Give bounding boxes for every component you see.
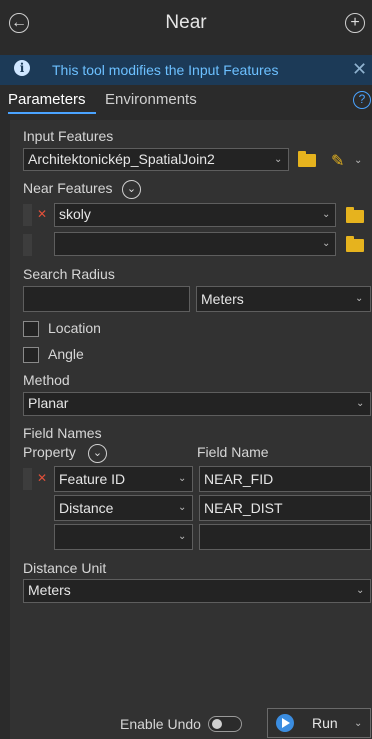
method-label: Method (23, 372, 70, 388)
angle-label: Angle (48, 346, 84, 362)
chevron-down-icon: ⌄ (322, 238, 331, 249)
folder-icon[interactable] (346, 207, 364, 223)
expand-icon[interactable]: ⌄ (122, 180, 141, 199)
expand-icon[interactable]: ⌄ (88, 444, 107, 463)
method-dropdown[interactable]: Planar (23, 392, 371, 416)
toggle-knob (212, 718, 222, 729)
location-label: Location (48, 320, 101, 336)
field-name-input[interactable] (199, 524, 371, 550)
chevron-down-icon[interactable]: ⌄ (354, 718, 362, 729)
field-name-value: NEAR_DIST (204, 500, 283, 516)
chevron-down-icon: ⌄ (178, 531, 187, 542)
add-icon[interactable]: + (345, 13, 365, 33)
pencil-icon[interactable]: ✎ (331, 151, 344, 171)
distance-unit-dropdown[interactable]: Meters (23, 579, 371, 603)
info-icon: i (14, 60, 30, 76)
chevron-down-icon: ⌄ (356, 398, 365, 409)
near-feature-dropdown[interactable]: skoly (54, 203, 336, 227)
near-features-label: Near Features (23, 180, 113, 196)
chevron-down-icon: ⌄ (355, 293, 364, 304)
remove-icon[interactable]: ✕ (37, 471, 47, 485)
chevron-down-icon: ⌄ (356, 585, 365, 596)
folder-icon[interactable] (346, 236, 364, 252)
field-name-input[interactable]: NEAR_DIST (199, 495, 371, 521)
row-grip[interactable] (23, 468, 32, 490)
property-header: Property (23, 444, 76, 460)
near-feature-value: skoly (59, 206, 91, 222)
active-tab-indicator (8, 112, 96, 114)
location-checkbox[interactable] (23, 321, 39, 337)
play-icon (276, 714, 294, 732)
folder-icon[interactable] (298, 151, 316, 167)
input-features-dropdown[interactable]: Architektonickép_SpatialJoin2 (23, 148, 289, 171)
property-value: Distance (59, 500, 114, 516)
field-name-value: NEAR_FID (204, 471, 274, 487)
property-value: Feature ID (59, 471, 126, 487)
method-value: Planar (28, 395, 69, 411)
close-icon[interactable]: ✕ (352, 59, 367, 80)
property-dropdown[interactable] (54, 524, 193, 550)
row-grip[interactable] (23, 234, 32, 256)
near-feature-dropdown[interactable] (54, 232, 336, 256)
field-name-input[interactable]: NEAR_FID (199, 466, 371, 492)
property-dropdown[interactable]: Distance (54, 495, 193, 521)
property-dropdown[interactable]: Feature ID (54, 466, 193, 492)
input-features-label: Input Features (23, 128, 114, 144)
search-radius-unit-value: Meters (201, 291, 244, 307)
distance-unit-value: Meters (28, 582, 71, 598)
tab-parameters[interactable]: Parameters (8, 91, 86, 108)
tab-environments[interactable]: Environments (105, 91, 197, 108)
row-grip[interactable] (23, 204, 32, 226)
pane-title: Near (165, 12, 207, 33)
banner-message: This tool modifies the Input Features (52, 62, 279, 78)
chevron-down-icon: ⌄ (178, 473, 187, 484)
search-radius-input[interactable] (23, 286, 190, 312)
play-glyph (282, 718, 290, 728)
angle-checkbox[interactable] (23, 347, 39, 363)
enable-undo-toggle[interactable] (208, 716, 242, 732)
input-features-value: Architektonickép_SpatialJoin2 (28, 151, 215, 167)
chevron-down-icon: ⌄ (178, 502, 187, 513)
field-name-header: Field Name (197, 444, 269, 460)
distance-unit-label: Distance Unit (23, 560, 107, 576)
enable-undo-label: Enable Undo (120, 716, 201, 732)
run-label: Run (312, 715, 338, 731)
remove-icon[interactable]: ✕ (37, 207, 47, 221)
run-button[interactable]: Run ⌄ (267, 708, 371, 738)
search-radius-unit-dropdown[interactable]: Meters (196, 286, 371, 312)
chevron-down-icon[interactable]: ⌄ (354, 155, 362, 166)
help-icon[interactable]: ? (353, 91, 371, 109)
chevron-down-icon: ⌄ (274, 154, 283, 165)
chevron-down-icon: ⌄ (322, 209, 331, 220)
field-names-label: Field Names (23, 425, 102, 441)
search-radius-label: Search Radius (23, 266, 115, 282)
